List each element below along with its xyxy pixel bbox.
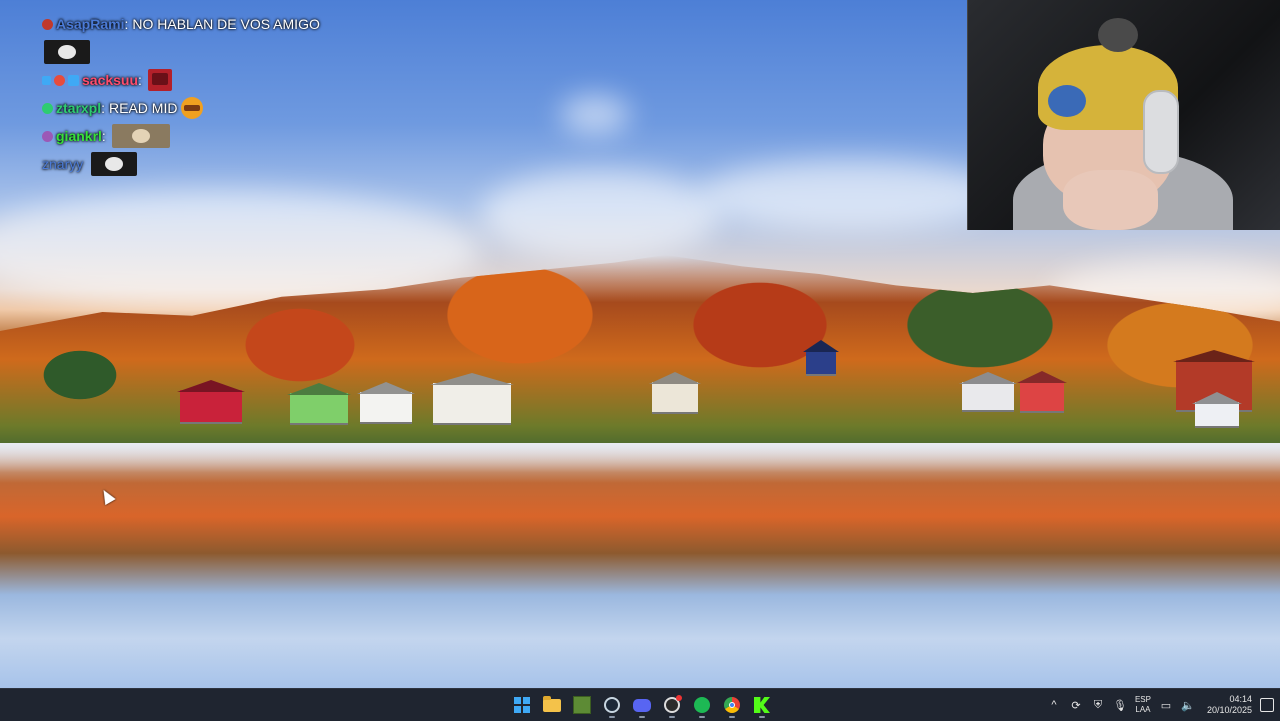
folder-icon	[543, 695, 561, 712]
kick-icon	[754, 697, 770, 713]
discord-icon	[633, 698, 651, 712]
spotify-icon	[694, 697, 710, 713]
face-emote-icon	[111, 124, 170, 148]
discord-button[interactable]	[630, 691, 654, 719]
chat-username: giankrl	[56, 128, 102, 144]
chat-message: AsapRami : NO HABLAN DE VOS AMIGO	[42, 10, 372, 38]
house	[180, 390, 242, 424]
notification-bell-icon[interactable]	[1260, 698, 1274, 712]
clock-time: 04:14	[1229, 694, 1252, 704]
cat-emote-icon	[44, 40, 90, 64]
chat-message	[42, 38, 372, 66]
chat-message: sacksuu :	[42, 66, 372, 94]
chat-username: ztarxpl	[56, 100, 102, 116]
minecraft-button[interactable]	[570, 691, 594, 719]
file-explorer-button[interactable]	[540, 691, 564, 719]
chat-text: READ MID	[109, 100, 178, 116]
badge-icon	[42, 18, 53, 30]
webcam-overlay	[967, 0, 1280, 230]
language-code: ESP	[1134, 695, 1151, 704]
chat-message: znaryy	[42, 150, 372, 178]
cat-emote-icon	[91, 152, 138, 176]
verified-badge-icon	[42, 75, 51, 85]
cloud	[480, 170, 720, 260]
kick-button[interactable]	[750, 691, 774, 719]
red-box-emote-icon	[147, 69, 172, 91]
chat-overlay: AsapRami : NO HABLAN DE VOS AMIGO sacksu…	[42, 10, 372, 178]
volume-icon[interactable]: 🔈	[1181, 698, 1195, 712]
minecraft-icon	[573, 696, 591, 714]
house	[1195, 402, 1239, 428]
beanie-logo	[1048, 85, 1086, 117]
chat-username: sacksuu	[82, 72, 139, 88]
badge-icon	[42, 102, 53, 114]
windows-icon	[514, 697, 530, 713]
burger-emote-icon	[181, 97, 204, 119]
system-tray: ^ ⟳ ⛨ 🎙 ESP LAA ▭ 🔈 04:14 20/10/2025	[1047, 689, 1274, 721]
steam-icon	[604, 697, 620, 713]
badge-icon	[54, 74, 65, 86]
chat-separator: :	[124, 16, 129, 32]
sync-icon[interactable]: ⟳	[1069, 698, 1083, 712]
obs-button[interactable]	[660, 691, 684, 719]
chat-separator: :	[101, 100, 106, 116]
clock[interactable]: 04:14 20/10/2025	[1207, 694, 1252, 716]
chat-username: AsapRami	[56, 16, 125, 32]
taskbar: ^ ⟳ ⛨ 🎙 ESP LAA ▭ 🔈 04:14 20/10/2025	[0, 688, 1280, 721]
house	[962, 382, 1014, 412]
badge-icon	[42, 130, 53, 142]
cloud	[560, 95, 630, 135]
house	[433, 383, 511, 425]
chat-text: NO HABLAN DE VOS AMIGO	[132, 16, 320, 32]
start-button[interactable]	[510, 691, 534, 719]
house	[360, 392, 412, 424]
streamer-hands	[1063, 170, 1158, 230]
chat-message: ztarxpl : READ MID	[42, 94, 372, 122]
house	[1020, 381, 1064, 413]
chat-message: giankrl :	[42, 122, 372, 150]
steam-button[interactable]	[600, 691, 624, 719]
house	[290, 393, 348, 425]
chrome-icon	[724, 697, 740, 713]
chrome-button[interactable]	[720, 691, 744, 719]
lake-reflection	[0, 443, 1280, 688]
headphones	[1143, 90, 1179, 174]
network-icon[interactable]: ▭	[1159, 698, 1173, 712]
obs-icon	[664, 695, 682, 713]
gem-badge-icon	[68, 74, 79, 86]
security-shield-icon[interactable]: ⛨	[1091, 698, 1105, 712]
taskbar-apps	[510, 689, 774, 721]
beanie-pom	[1098, 18, 1138, 52]
cloud	[700, 160, 1000, 230]
language-indicator[interactable]: ESP LAA	[1135, 695, 1151, 715]
microphone-icon[interactable]: 🎙	[1113, 698, 1127, 712]
clock-date: 20/10/2025	[1206, 705, 1252, 715]
chat-separator: :	[138, 72, 142, 88]
chat-username: znaryy	[42, 156, 84, 172]
chat-separator: :	[101, 128, 106, 144]
spotify-button[interactable]	[690, 691, 714, 719]
keyboard-layout: LAA	[1135, 705, 1151, 714]
house	[652, 382, 698, 414]
show-hidden-icons-chevron-icon[interactable]: ^	[1047, 698, 1061, 712]
house	[806, 350, 836, 376]
